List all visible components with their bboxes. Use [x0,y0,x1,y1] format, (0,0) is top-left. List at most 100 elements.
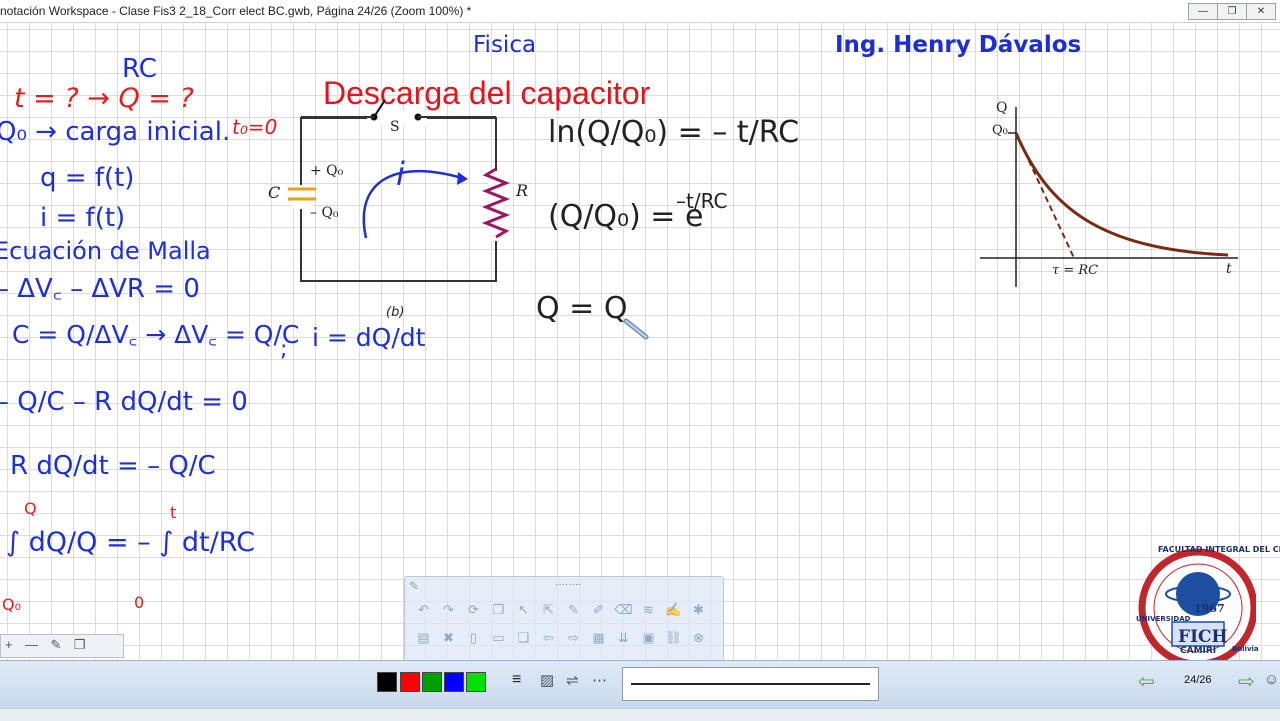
maximize-button[interactable]: ❐ [1217,3,1247,20]
minimize-button[interactable]: — [1188,3,1218,20]
select-icon[interactable]: ↖ [513,599,534,620]
window-title: notación Workspace - Clase Fis3 2_18_Cor… [0,4,472,18]
line-width-icon[interactable]: ≡ [512,671,521,689]
logo-ring-text: FACULTAD INTEGRAL DEL CHACO [1158,545,1280,554]
page-indicator: 24/26 [1184,674,1212,686]
pages-icon[interactable]: ❐ [74,637,86,653]
image-icon[interactable]: ▣ [638,627,659,648]
logo-city: CAMIRI [1180,646,1217,656]
page-tools-panel[interactable]: + — ✎ ❐ [0,634,124,658]
rc-circuit-diagram [288,99,511,282]
note-mesh-title: Ecuación de Malla [0,237,211,265]
copy-icon[interactable]: ❐ [488,599,509,620]
author-name: Ing. Henry Dávalos [835,32,1082,58]
logo-right-arc-text: Bolivia [1232,645,1259,653]
logo-year: 1967 [1194,602,1225,615]
resistor-label: R [516,181,529,200]
integral-lower-zero: 0 [134,593,145,612]
users-icon[interactable]: ☺ [1264,671,1279,688]
tangent-line [1015,132,1075,259]
stop-icon[interactable]: ⊗ [688,627,709,648]
paste-icon[interactable]: ▭ [488,627,509,648]
discharge-graph [980,107,1238,287]
text-icon[interactable]: ✍ [663,599,684,620]
download-icon[interactable]: ⇊ [613,627,634,648]
note-capacitance-equation: C = Q/ΔV꜀ → ΔV꜀ = Q/C [12,320,300,349]
figure-label: (b) [386,305,405,320]
color-swatch-black[interactable] [377,672,397,692]
note-equation-2: R dQ/dt = – Q/C [10,451,216,481]
remove-page-icon[interactable]: — [25,637,38,652]
dash-style-icon[interactable]: ⋯ [592,671,607,689]
add-page-icon[interactable]: + [5,637,13,652]
color-swatch-blue[interactable] [444,672,464,692]
color-picker-icon[interactable]: ▨ [540,671,554,689]
exponential-decay-curve [1014,132,1229,257]
duplicate-icon[interactable]: ❏ [513,627,534,648]
graph-tau-label: τ = RC [1052,263,1099,278]
line-preview [622,667,879,701]
window-titlebar: notación Workspace - Clase Fis3 2_18_Cor… [0,0,1280,23]
graph-x-label: t [1226,261,1232,277]
color-swatch-light-green[interactable] [466,672,486,692]
undo-icon[interactable]: ↶ [413,599,434,620]
floating-toolbar[interactable]: ✎ ········ ↶ ↷ ⟳ ❐ ↖ ⇱ ✎ ✐ ⌫ ≋ ✍ ✱ ▤ ✖ ▯… [404,576,724,662]
note-q-function: q = f(t) [40,163,135,193]
integral-upper-q: Q [24,499,37,518]
note-initial-charge: Q₀ → carga inicial. [0,117,231,147]
minus-charge-label: – Q₀ [310,205,339,221]
graph-y-label: Q [996,100,1008,116]
bottom-toolbar: ≡ ▨ ⇌ ⋯ ⇦ 24/26 ⇨ ☺ [0,660,1280,709]
whiteboard-canvas[interactable]: Fisica Ing. Henry Dávalos RC t = ? → Q =… [0,23,1280,668]
close-button[interactable]: ✕ [1246,3,1276,20]
next-page-icon[interactable]: ⇨ [1238,669,1255,694]
note-unknowns: t = ? → Q = ? [14,83,194,114]
graph-q0-label: Q₀ [992,123,1008,138]
status-bar [0,708,1280,721]
toolbar-grip-icon[interactable]: ✎ [409,579,419,593]
pen-cursor-icon [623,318,649,340]
result-equation: Q = Q [536,291,628,326]
table-icon[interactable]: ▦ [588,627,609,648]
integral-lower-q0: Q₀ [2,595,22,614]
course-title: Fisica [473,32,537,58]
current-label: i [396,155,405,193]
toolbar-drag-handle[interactable]: ········ [555,579,582,590]
note-i-function: i = f(t) [40,203,126,233]
folder-icon[interactable]: ▤ [413,627,434,648]
note-equation-1: – Q/C – R dQ/dt = 0 [0,387,248,417]
cursor-icon[interactable]: ⇱ [538,599,559,620]
note-rc: RC [122,54,157,84]
exponent-power: –t/RC [676,189,728,213]
link-icon[interactable]: ⛓ [663,627,684,648]
delete-icon[interactable]: ✖ [438,627,459,648]
redo-icon[interactable]: ↷ [438,599,459,620]
back-arrow-icon[interactable]: ⇦ [538,627,559,648]
page-icon[interactable]: ▯ [463,627,484,648]
capacitor-label: C [268,183,281,202]
note-integral-equation: ∫ dQ/Q = – ∫ dt/RC [6,527,255,558]
note-semicolon: ; [280,337,288,362]
previous-page-icon[interactable]: ⇦ [1138,669,1155,694]
line-style-icon[interactable]: ⇌ [566,671,579,689]
current-arrow [362,169,463,239]
note-mesh-equation: – ΔV꜀ – ΔVR = 0 [0,274,200,304]
shapes-icon[interactable]: ✱ [688,599,709,620]
pen-icon[interactable]: ✎ [563,599,584,620]
note-current-equation: i = dQ/dt [312,323,426,352]
lines-icon[interactable]: ≋ [638,599,659,620]
logo-left-arc-text: UNIVERSIDAD [1136,615,1191,623]
eraser-icon[interactable]: ⌫ [613,599,634,620]
plus-charge-label: + Q₀ [310,163,344,179]
switch-label: S [390,119,400,135]
log-equation: ln(Q/Q₀) = – t/RC [548,115,800,150]
forward-arrow-icon[interactable]: ⇨ [563,627,584,648]
logo-acronym: FICH [1178,627,1228,647]
color-swatch-green[interactable] [422,672,442,692]
integral-upper-t: t [170,503,177,522]
window-controls: — ❐ ✕ [1188,3,1276,20]
highlighter-icon[interactable]: ✐ [588,599,609,620]
color-swatch-red[interactable] [400,672,420,692]
edit-page-icon[interactable]: ✎ [51,637,62,653]
rotate-icon[interactable]: ⟳ [463,599,484,620]
